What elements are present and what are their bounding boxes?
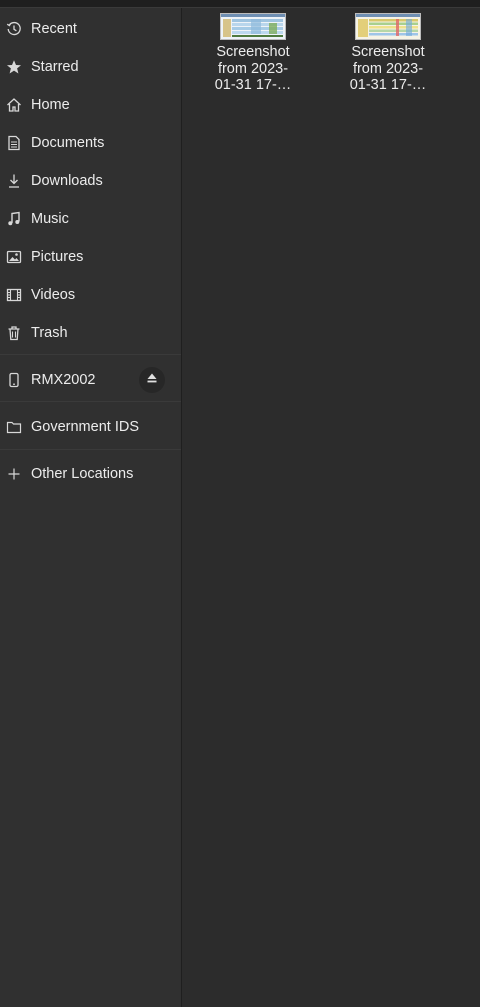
window-top-edge	[0, 0, 480, 8]
sidebar-item-documents[interactable]: Documents	[0, 124, 181, 162]
clock-icon	[6, 21, 22, 37]
sidebar-item-label: Pictures	[31, 249, 84, 265]
folder-icon	[6, 419, 22, 435]
sidebar-item-label: Music	[31, 211, 69, 227]
star-icon	[6, 59, 22, 75]
sidebar-item-trash[interactable]: Trash	[0, 314, 181, 352]
download-icon	[6, 173, 22, 189]
file-name-line: Screenshot	[351, 44, 425, 60]
file-name-line: from 2023-	[352, 60, 424, 77]
places-sidebar: Recent Starred Home Documents Downloads …	[0, 8, 182, 1007]
sidebar-item-label: Other Locations	[31, 466, 134, 482]
sidebar-separator	[0, 449, 181, 450]
music-icon	[6, 211, 22, 227]
sidebar-item-label: Recent	[31, 21, 77, 37]
file-item[interactable]: Screenshot from 2023- 01-31 17-…	[203, 13, 303, 94]
sidebar-item-label: RMX2002	[31, 372, 96, 388]
file-name: Screenshot from 2023- 01-31 17-…	[203, 44, 303, 94]
sidebar-item-label: Government IDS	[31, 419, 139, 435]
file-name-line: from 2023-	[217, 60, 289, 77]
sidebar-item-music[interactable]: Music	[0, 200, 181, 238]
sidebar-item-government-ids[interactable]: Government IDS	[0, 408, 181, 446]
film-icon	[6, 287, 22, 303]
file-name-line: Screenshot	[216, 44, 290, 60]
document-icon	[6, 135, 22, 151]
eject-button[interactable]	[139, 367, 165, 393]
home-icon	[6, 97, 22, 113]
sidebar-item-other-locations[interactable]: Other Locations	[0, 455, 181, 493]
file-item[interactable]: Screenshot from 2023- 01-31 17-…	[338, 13, 438, 94]
eject-icon	[146, 371, 158, 389]
plus-icon	[6, 466, 22, 482]
sidebar-item-label: Videos	[31, 287, 76, 303]
sidebar-item-home[interactable]: Home	[0, 86, 181, 124]
sidebar-item-label: Trash	[31, 325, 68, 341]
sidebar-item-label: Downloads	[31, 173, 103, 189]
sidebar-item-downloads[interactable]: Downloads	[0, 162, 181, 200]
file-thumbnail	[220, 13, 286, 40]
file-name-line: 01-31 17-…	[349, 77, 427, 93]
sidebar-item-pictures[interactable]: Pictures	[0, 238, 181, 276]
sidebar-item-videos[interactable]: Videos	[0, 276, 181, 314]
file-view[interactable]: Screenshot from 2023- 01-31 17-… Screens…	[182, 8, 480, 1007]
file-name: Screenshot from 2023- 01-31 17-…	[338, 44, 438, 94]
picture-icon	[6, 249, 22, 265]
sidebar-separator	[0, 401, 181, 402]
sidebar-item-label: Home	[31, 97, 70, 113]
file-thumbnail	[355, 13, 421, 40]
trash-icon	[6, 325, 22, 341]
file-name-line: 01-31 17-…	[214, 77, 292, 93]
sidebar-item-starred[interactable]: Starred	[0, 48, 181, 86]
sidebar-item-recent[interactable]: Recent	[0, 10, 181, 48]
sidebar-separator	[0, 354, 181, 355]
sidebar-item-label: Starred	[31, 59, 79, 75]
sidebar-item-label: Documents	[31, 135, 105, 151]
phone-icon	[6, 372, 22, 388]
